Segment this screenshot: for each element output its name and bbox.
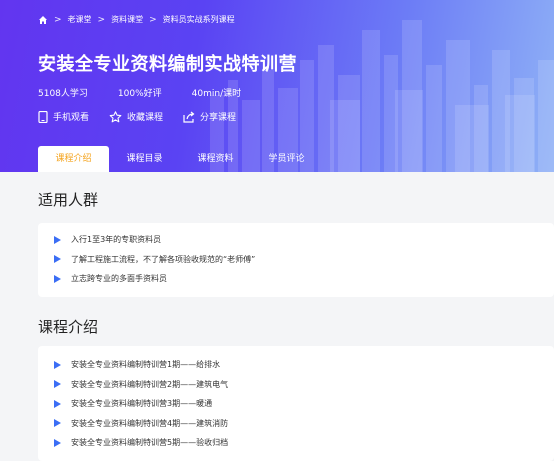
intro-section-title: 课程介绍: [38, 318, 99, 336]
bullet-triangle-icon: [54, 255, 61, 264]
list-item: 安装全专业资料编制特训营5期——验收归档: [38, 433, 554, 453]
mobile-icon: [38, 110, 48, 123]
list-item: 立志跨专业的多面手资料员: [38, 269, 554, 289]
intro-card: 安装全专业资料编制特训营1期——给排水 安装全专业资料编制特训营2期——建筑电气…: [38, 346, 554, 461]
audience-card: 入行1至3年的专职资料员 了解工程施工流程，不了解各项验收规范的“老师傅” 立志…: [38, 223, 554, 297]
tab-course-materials[interactable]: 课程资料: [180, 146, 251, 172]
bullet-triangle-icon: [54, 235, 61, 244]
course-stats: 5108人学习 100%好评 40min/课时: [38, 86, 241, 99]
bullet-triangle-icon: [54, 419, 61, 428]
chevron-right-icon: >: [149, 14, 157, 25]
chevron-right-icon: >: [54, 14, 62, 25]
list-item: 安装全专业资料编制特训营1期——给排水: [38, 355, 554, 375]
star-icon: [109, 110, 122, 122]
list-item: 安装全专业资料编制特训营3期——暖通: [38, 394, 554, 414]
student-count: 5108人学习: [38, 89, 88, 99]
share-icon: [183, 111, 195, 123]
bullet-triangle-icon: [54, 274, 61, 283]
duration: 40min/课时: [191, 89, 242, 99]
rating: 100%好评: [117, 89, 162, 99]
course-actions: 手机观看 收藏课程 分享课程: [38, 110, 236, 123]
audience-section-title: 适用人群: [38, 191, 99, 209]
tab-student-reviews[interactable]: 学员评论: [251, 146, 322, 172]
list-item: 安装全专业资料编制特训营4期——建筑消防: [38, 414, 554, 434]
tab-course-intro[interactable]: 课程介绍: [38, 146, 109, 172]
bullet-triangle-icon: [54, 360, 61, 369]
breadcrumb-item-category[interactable]: 资料课堂: [111, 14, 143, 25]
breadcrumb-item-home[interactable]: 老课堂: [68, 14, 92, 25]
favorite-label: 收藏课程: [127, 113, 164, 123]
tab-course-catalog[interactable]: 课程目录: [109, 146, 180, 172]
mobile-watch-button[interactable]: 手机观看: [38, 110, 89, 123]
favorite-button[interactable]: 收藏课程: [109, 110, 163, 123]
course-tabs: 课程介绍 课程目录 课程资料 学员评论: [38, 146, 322, 172]
breadcrumb-item-series[interactable]: 资料员实战系列课程: [163, 14, 235, 25]
bullet-triangle-icon: [54, 399, 61, 408]
course-title: 安装全专业资料编制实战特训营: [38, 54, 297, 75]
share-button[interactable]: 分享课程: [183, 110, 236, 123]
list-item: 安装全专业资料编制特训营2期——建筑电气: [38, 375, 554, 395]
list-item: 入行1至3年的专职资料员: [38, 230, 554, 250]
breadcrumb: > 老课堂 > 资料课堂 > 资料员实战系列课程: [38, 14, 235, 25]
intro-list: 安装全专业资料编制特训营1期——给排水 安装全专业资料编制特训营2期——建筑电气…: [38, 346, 554, 453]
course-hero: > 老课堂 > 资料课堂 > 资料员实战系列课程 安装全专业资料编制实战特训营 …: [0, 0, 554, 172]
audience-list: 入行1至3年的专职资料员 了解工程施工流程，不了解各项验收规范的“老师傅” 立志…: [38, 223, 554, 289]
mobile-watch-label: 手机观看: [53, 113, 90, 123]
bullet-triangle-icon: [54, 438, 61, 447]
list-item: 了解工程施工流程，不了解各项验收规范的“老师傅”: [38, 250, 554, 270]
home-icon[interactable]: [38, 15, 48, 25]
bullet-triangle-icon: [54, 380, 61, 389]
chevron-right-icon: >: [97, 14, 106, 25]
share-label: 分享课程: [200, 113, 237, 123]
